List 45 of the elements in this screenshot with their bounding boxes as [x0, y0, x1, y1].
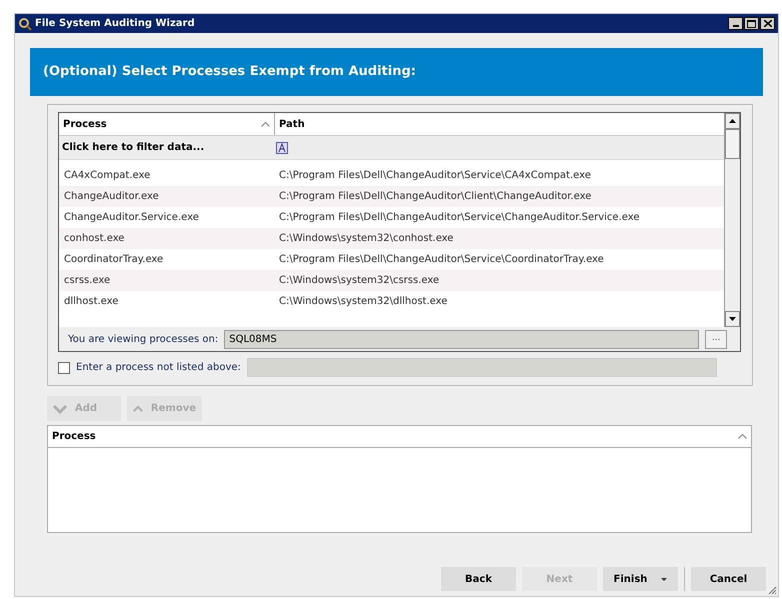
filter-row[interactable]: Click here to filter data... [59, 140, 275, 155]
filter-text-icon[interactable] [276, 142, 288, 154]
dropdown-caret-icon[interactable] [661, 578, 668, 580]
table-cell[interactable]: dllhost.exe [59, 294, 275, 309]
chevron-up-icon [133, 404, 143, 414]
checkbox[interactable] [58, 362, 70, 374]
sort-ascending-icon [738, 434, 747, 439]
scroll-up-icon[interactable] [729, 119, 736, 123]
table-cell[interactable]: C:\Windows\system32\csrss.exe [275, 273, 440, 288]
sort-ascending-icon [261, 122, 270, 126]
resize-grip-icon[interactable] [767, 585, 777, 595]
table-cell[interactable]: csrss.exe [59, 273, 275, 288]
column-header[interactable]: Process [52, 429, 96, 444]
maximize-button[interactable] [744, 17, 759, 30]
minimize-button[interactable] [728, 17, 743, 30]
browse-button[interactable]: ... [705, 330, 728, 348]
column-header[interactable]: Path [275, 113, 724, 135]
viewing-label: You are viewing processes on: [68, 332, 218, 346]
close-icon [764, 20, 772, 27]
window-title: File System Auditing Wizard [35, 17, 195, 31]
wizard-icon [18, 16, 32, 30]
table-cell[interactable]: CoordinatorTray.exe [59, 252, 275, 267]
table-cell[interactable]: C:\Windows\system32\conhost.exe [275, 231, 454, 246]
wizard-button[interactable]: Finish [603, 567, 678, 591]
close-button[interactable] [760, 17, 775, 30]
wizard-button[interactable]: Back [441, 567, 516, 591]
table-cell[interactable]: ChangeAuditor.Service.exe [59, 210, 275, 225]
table-cell[interactable]: C:\Program Files\Dell\ChangeAuditor\Client\ChangeAuditor.exe [275, 189, 592, 204]
process-name-field[interactable] [246, 358, 717, 377]
server-field: SQL08MS [224, 330, 700, 348]
banner-title: (Optional) Select Processes Exempt from Auditing: [43, 63, 416, 82]
table-cell[interactable]: C:\Windows\system32\dllhost.exe [275, 294, 448, 309]
column-header[interactable]: Process [59, 113, 275, 135]
scroll-thumb[interactable] [725, 129, 740, 159]
table-cell[interactable]: C:\Program Files\Dell\ChangeAuditor\Service\CoordinatorTray.exe [275, 252, 604, 267]
chevron-down-icon [53, 404, 67, 414]
scrollbar[interactable] [724, 113, 740, 327]
table-cell[interactable]: ChangeAuditor.exe [59, 189, 275, 204]
wizard-button[interactable]: Cancel [691, 567, 766, 591]
table-cell[interactable]: conhost.exe [59, 231, 275, 246]
table-cell[interactable]: CA4xCompat.exe [59, 168, 275, 183]
table-cell[interactable]: C:\Program Files\Dell\ChangeAuditor\Service\ChangeAuditor.Service.exe [275, 210, 640, 225]
checkbox-label[interactable]: Enter a process not listed above: [76, 360, 241, 375]
scroll-down-icon[interactable] [729, 317, 736, 321]
table-cell[interactable]: C:\Program Files\Dell\ChangeAuditor\Service\CA4xCompat.exe [275, 168, 591, 183]
